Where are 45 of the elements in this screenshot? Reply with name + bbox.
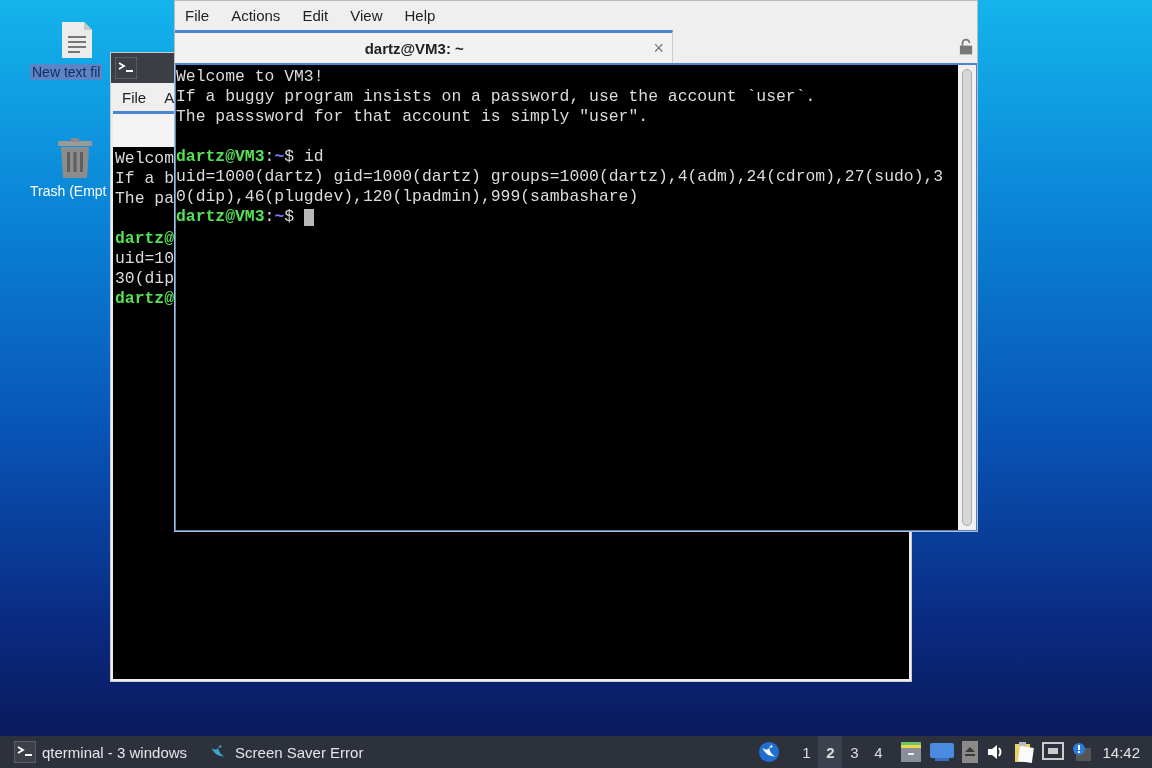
lock-icon[interactable] (959, 38, 973, 55)
taskbar-button[interactable]: qterminal - 3 windows (6, 736, 196, 768)
menu-item[interactable]: File (175, 7, 222, 24)
clipboard-icon[interactable] (1014, 741, 1035, 763)
menu-item[interactable]: Help (394, 7, 448, 24)
file-cabinet-icon[interactable] (900, 741, 923, 763)
clock: 14:42 (1102, 743, 1140, 761)
menu-item[interactable]: Actions (221, 7, 293, 24)
bird-logo-icon (758, 741, 781, 763)
terminal-line: uid=10 (115, 249, 175, 269)
prompt-line: dartz@VM3:~$ (176, 207, 296, 227)
terminal-line: If a b (115, 169, 175, 189)
prompt-line: dartz@VM3:~$ id (176, 147, 325, 167)
terminal-icon (14, 741, 36, 763)
workspace-button[interactable]: 1 (794, 736, 819, 768)
desktop-icon[interactable] (930, 742, 955, 762)
notification-icon[interactable] (1072, 742, 1093, 762)
terminal-line: Welcom (115, 149, 175, 169)
menu-item[interactable]: File (122, 88, 147, 106)
terminal-line: If a buggy program insists on a password, use the account `user`. (176, 87, 817, 107)
menu-item[interactable]: View (340, 7, 395, 24)
taskbar-button[interactable]: Screen Saver Error (199, 736, 372, 768)
scrollbar[interactable] (958, 65, 976, 530)
terminal-line: 30(dip (115, 269, 175, 289)
close-button[interactable]: × (653, 37, 664, 59)
desktop-icon-label[interactable]: Trash (Empt (28, 183, 109, 199)
desktop-icon-label[interactable]: New text fil (30, 64, 103, 80)
prompt-line: dartz@ (115, 289, 175, 309)
document-icon (60, 20, 94, 60)
workspace-button[interactable]: 2 (818, 736, 843, 768)
workspace-button[interactable]: 4 (866, 736, 891, 768)
trash-icon (56, 137, 94, 179)
workspace-button[interactable]: 3 (842, 736, 867, 768)
menu-item[interactable]: Edit (292, 7, 341, 24)
terminal-line: The passsword for that account is simply "user". (176, 107, 650, 127)
terminal-tab[interactable]: dartz@VM3: ~ × (175, 30, 673, 63)
terminal-line: 0(dip),46(plugdev),120(lpadmin),999(sambashare) (176, 187, 640, 207)
terminal-line: Welcome to VM3! (176, 67, 325, 87)
terminal-line: uid=1000(dartz) gid=1000(dartz) groups=1000(dartz),4(adm),24(cdrom),27(sudo),3 (176, 167, 945, 187)
terminal-line: The pa (115, 189, 175, 209)
terminal-icon (115, 57, 137, 79)
prompt-line: dartz@ (115, 229, 175, 249)
eject-icon[interactable] (962, 741, 979, 763)
network-icon[interactable] (1042, 742, 1065, 762)
menu-item[interactable]: A (164, 88, 175, 106)
